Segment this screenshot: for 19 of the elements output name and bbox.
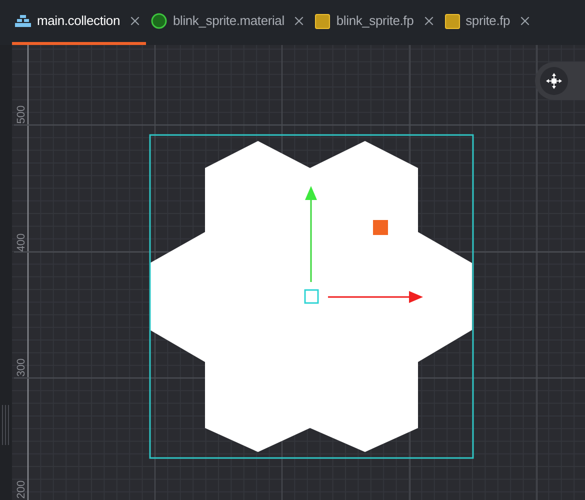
ruler-label: 300 xyxy=(16,357,28,378)
move-icon xyxy=(546,73,562,89)
file-tab[interactable]: sprite.fp xyxy=(442,0,536,45)
ruler-label: 400 xyxy=(16,232,28,254)
file-tab[interactable]: blink_sprite.material xyxy=(148,0,310,45)
pivot-handle[interactable] xyxy=(304,289,319,304)
x-axis-arrow[interactable] xyxy=(328,291,423,303)
square-icon xyxy=(444,14,460,28)
sprite-marker xyxy=(373,220,388,235)
file-tab[interactable]: blink_sprite.fp xyxy=(312,0,440,45)
sphere-icon xyxy=(151,13,167,29)
move-tool-button[interactable] xyxy=(535,62,585,100)
close-icon[interactable] xyxy=(128,14,142,28)
ruler-label: 200 xyxy=(16,479,28,500)
grip-icon[interactable] xyxy=(2,405,9,445)
file-tab[interactable]: main.collection xyxy=(12,0,146,45)
ruler-label: 500 xyxy=(16,104,28,126)
stack-icon xyxy=(15,15,31,27)
square-icon xyxy=(315,14,330,28)
